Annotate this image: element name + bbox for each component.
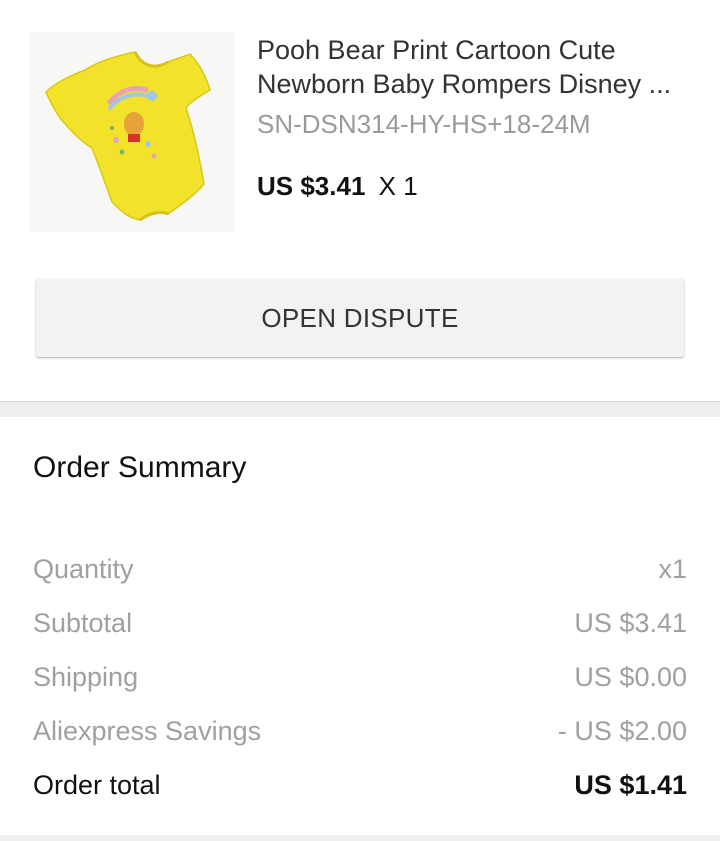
product-sku: SN-DSN314-HY-HS+18-24M bbox=[257, 109, 591, 139]
summary-row-order-total: Order total US $1.41 bbox=[33, 765, 687, 805]
order-summary-title: Order Summary bbox=[33, 451, 247, 484]
summary-row-subtotal: Subtotal US $3.41 bbox=[33, 603, 687, 643]
yellow-baby-romper-image bbox=[45, 51, 211, 222]
open-dispute-button[interactable]: OPEN DISPUTE bbox=[36, 279, 684, 357]
summary-value: US $0.00 bbox=[574, 662, 687, 692]
product-price-row: US $3.41 X 1 bbox=[257, 168, 418, 204]
summary-row-savings: Aliexpress Savings - US $2.00 bbox=[33, 711, 687, 751]
product-quantity: X 1 bbox=[378, 171, 418, 201]
order-total-value: US $1.41 bbox=[574, 770, 687, 800]
summary-label: Subtotal bbox=[33, 608, 133, 638]
order-total-label: Order total bbox=[33, 770, 161, 800]
summary-row-quantity: Quantity x1 bbox=[33, 549, 687, 589]
summary-label: Shipping bbox=[33, 662, 139, 692]
product-title[interactable]: Pooh Bear Print Cartoon Cute Newborn Bab… bbox=[257, 33, 687, 101]
bottom-divider bbox=[0, 835, 720, 841]
order-summary: Order Summary Quantity x1 Subtotal US $3… bbox=[0, 417, 720, 835]
product-title-line-1: Pooh Bear Print Cartoon Cute bbox=[257, 35, 616, 65]
summary-label: Aliexpress Savings bbox=[33, 716, 262, 746]
section-divider bbox=[0, 401, 720, 417]
summary-row-shipping: Shipping US $0.00 bbox=[33, 657, 687, 697]
product-card: Pooh Bear Print Cartoon Cute Newborn Bab… bbox=[0, 0, 720, 401]
summary-value: US $3.41 bbox=[574, 608, 687, 638]
product-image[interactable] bbox=[30, 32, 234, 232]
product-price: US $3.41 bbox=[257, 171, 366, 201]
product-title-line-2: Newborn Baby Rompers Disney ... bbox=[257, 69, 672, 99]
summary-label: Quantity bbox=[33, 554, 134, 584]
summary-value: - US $2.00 bbox=[557, 716, 687, 746]
summary-value: x1 bbox=[658, 554, 687, 584]
